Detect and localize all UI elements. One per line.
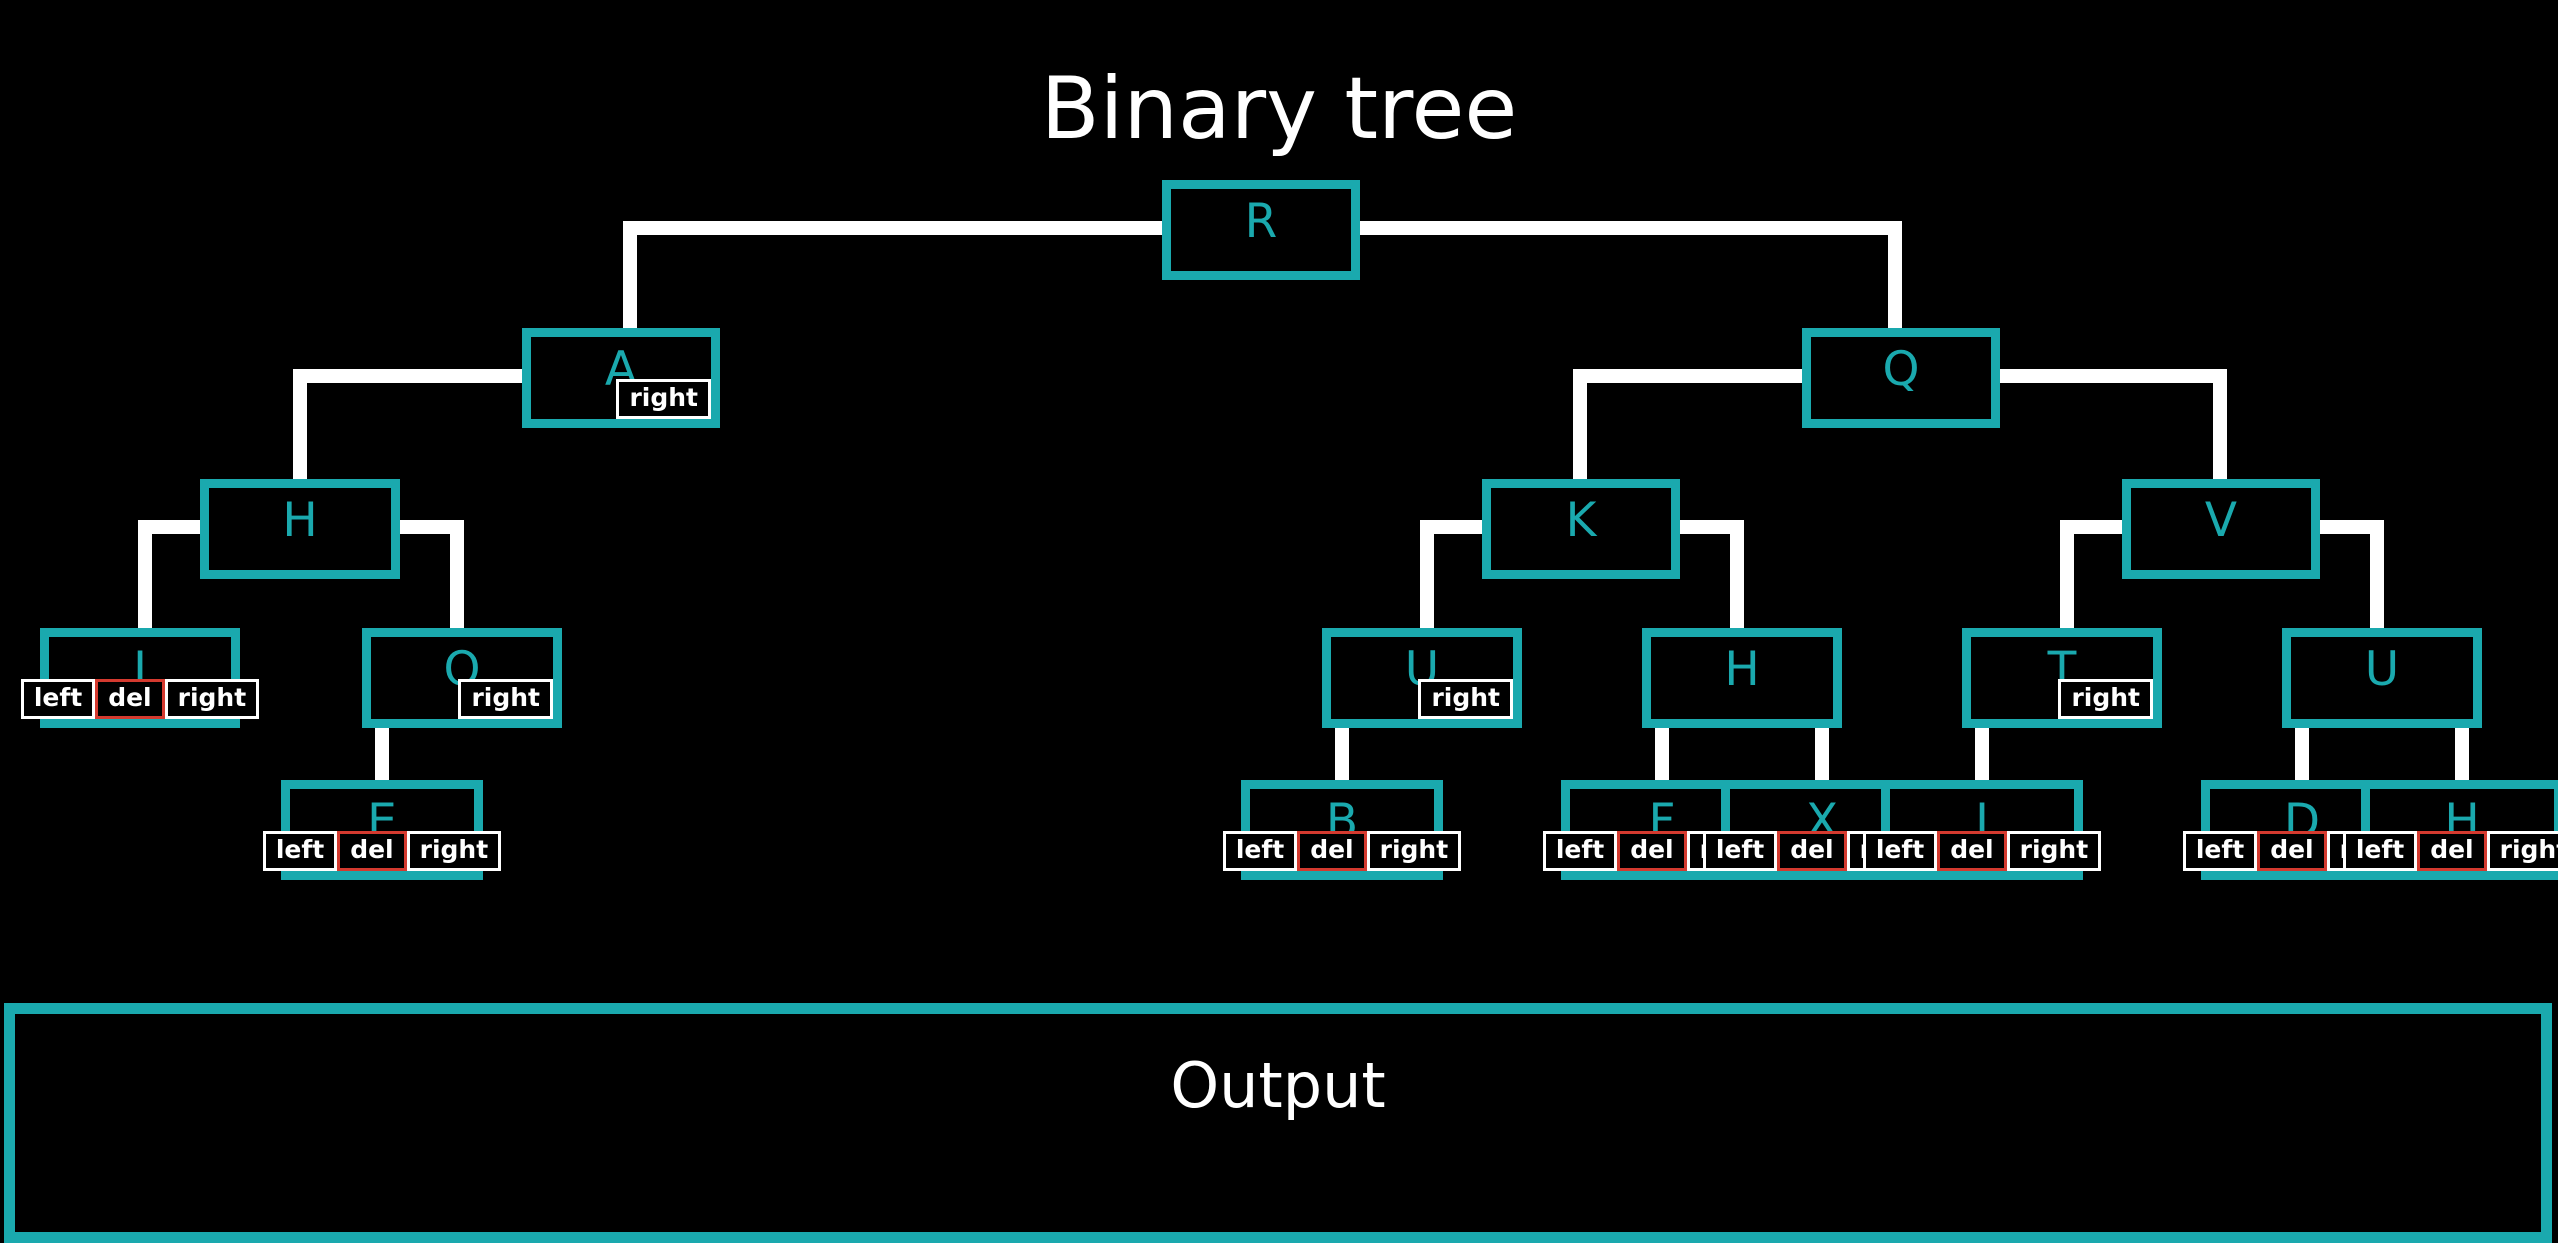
tree-node-actions: leftdelright bbox=[1862, 831, 2102, 871]
connector-v-to-t-v bbox=[2060, 520, 2074, 630]
right-button[interactable]: right bbox=[2058, 679, 2153, 719]
connector-q1-to-v-h bbox=[2000, 369, 2227, 383]
tree-node-r[interactable]: R bbox=[1162, 180, 1360, 280]
binary-tree-canvas: R Aright Q H K V Ileft del right Qright Uright H Tri… bbox=[0, 0, 2558, 1000]
connector-u1-to-b bbox=[1335, 728, 1349, 782]
right-button[interactable]: right bbox=[2486, 831, 2558, 871]
left-button[interactable]: left bbox=[262, 831, 338, 871]
right-button[interactable]: right bbox=[616, 379, 711, 419]
tree-node-label: V bbox=[2204, 493, 2238, 548]
connector-r-to-a-h bbox=[623, 221, 1162, 235]
connector-v-to-u2-v bbox=[2370, 520, 2384, 630]
tree-node-actions: right bbox=[371, 679, 553, 719]
right-button[interactable]: right bbox=[164, 679, 260, 719]
tree-node-b[interactable]: Bleft del right bbox=[1222, 780, 1462, 880]
left-button[interactable]: left bbox=[1542, 831, 1618, 871]
tree-node-label: Q bbox=[1882, 342, 1920, 397]
connector-k-to-u1-h bbox=[1420, 520, 1482, 534]
tree-node-actions: leftdelright bbox=[262, 831, 502, 871]
left-button[interactable]: left bbox=[2182, 831, 2258, 871]
right-button[interactable]: right bbox=[406, 831, 502, 871]
left-button[interactable]: left bbox=[20, 679, 96, 719]
tree-node-k[interactable]: K bbox=[1482, 479, 1680, 579]
tree-node-label: R bbox=[1244, 194, 1278, 249]
tree-node-q1[interactable]: Q bbox=[1802, 328, 2000, 428]
connector-u2-to-d bbox=[2295, 728, 2309, 782]
del-button[interactable]: del bbox=[337, 831, 407, 871]
tree-node-label: K bbox=[1565, 493, 1597, 548]
tree-node-label: H bbox=[282, 493, 318, 548]
connector-k-to-u1-v bbox=[1420, 520, 1434, 630]
tree-node-a[interactable]: Aright bbox=[522, 328, 720, 428]
connector-u2-to-h3 bbox=[2455, 728, 2469, 782]
left-button[interactable]: left bbox=[1702, 831, 1778, 871]
tree-node-t[interactable]: Tright bbox=[1962, 628, 2162, 728]
del-button[interactable]: del bbox=[2417, 831, 2487, 871]
right-button[interactable]: right bbox=[2006, 831, 2102, 871]
tree-node-u1[interactable]: Uright bbox=[1322, 628, 1522, 728]
tree-node-h2[interactable]: H bbox=[1642, 628, 1842, 728]
connector-h1-to-i1-v bbox=[138, 520, 152, 630]
connector-v-to-t-h bbox=[2060, 520, 2122, 534]
del-button[interactable]: del bbox=[2257, 831, 2327, 871]
connector-q1-to-k-h bbox=[1573, 369, 1802, 383]
tree-node-actions: leftdelright bbox=[20, 679, 260, 719]
tree-node-i1[interactable]: Ileft del right bbox=[20, 628, 260, 728]
tree-node-actions: right bbox=[1971, 679, 2153, 719]
connector-k-to-h2-v bbox=[1730, 520, 1744, 630]
tree-node-e[interactable]: Eleft del right bbox=[262, 780, 502, 880]
left-button[interactable]: left bbox=[2342, 831, 2418, 871]
connector-a-to-h1-h bbox=[293, 369, 522, 383]
connector-a-to-h1-v bbox=[293, 369, 307, 481]
connector-r-to-q1-v bbox=[1888, 221, 1902, 330]
output-panel: Output bbox=[4, 1003, 2552, 1243]
del-button[interactable]: del bbox=[1297, 831, 1367, 871]
tree-node-u2[interactable]: U bbox=[2282, 628, 2482, 728]
connector-h1-to-q2-v bbox=[450, 520, 464, 630]
connector-h2-to-f bbox=[1655, 728, 1669, 782]
connector-q1-to-k-v bbox=[1573, 369, 1587, 481]
del-button[interactable]: del bbox=[1777, 831, 1847, 871]
left-button[interactable]: left bbox=[1862, 831, 1938, 871]
connector-v-to-u2-h bbox=[2320, 520, 2384, 534]
tree-node-v[interactable]: V bbox=[2122, 479, 2320, 579]
del-button[interactable]: del bbox=[1617, 831, 1687, 871]
tree-node-q2[interactable]: Qright bbox=[362, 628, 562, 728]
connector-q2-to-e bbox=[375, 728, 389, 782]
connector-k-to-h2-h bbox=[1680, 520, 1744, 534]
tree-node-actions: leftdelright bbox=[1222, 831, 1462, 871]
connector-r-to-a-v bbox=[623, 221, 637, 330]
connector-h1-to-i1-h bbox=[138, 520, 200, 534]
tree-node-actions: leftdelright bbox=[2342, 831, 2558, 871]
tree-node-label: H bbox=[1724, 642, 1760, 697]
tree-node-h3[interactable]: Hleftdelright bbox=[2342, 780, 2558, 880]
tree-node-i2[interactable]: Ileft del right bbox=[1862, 780, 2102, 880]
connector-q1-to-v-v bbox=[2213, 369, 2227, 481]
del-button[interactable]: del bbox=[95, 679, 165, 719]
tree-node-actions: right bbox=[531, 379, 711, 419]
tree-node-label: U bbox=[2364, 642, 2400, 697]
connector-r-to-q1-h bbox=[1360, 221, 1902, 235]
connector-h2-to-x bbox=[1815, 728, 1829, 782]
right-button[interactable]: right bbox=[458, 679, 553, 719]
connector-t-to-i2 bbox=[1975, 728, 1989, 782]
right-button[interactable]: right bbox=[1418, 679, 1513, 719]
tree-node-actions: right bbox=[1331, 679, 1513, 719]
output-title: Output bbox=[1170, 1049, 1386, 1122]
tree-node-h1[interactable]: H bbox=[200, 479, 400, 579]
del-button[interactable]: del bbox=[1937, 831, 2007, 871]
left-button[interactable]: left bbox=[1222, 831, 1298, 871]
right-button[interactable]: right bbox=[1366, 831, 1462, 871]
connector-h1-to-q2-h bbox=[400, 520, 464, 534]
